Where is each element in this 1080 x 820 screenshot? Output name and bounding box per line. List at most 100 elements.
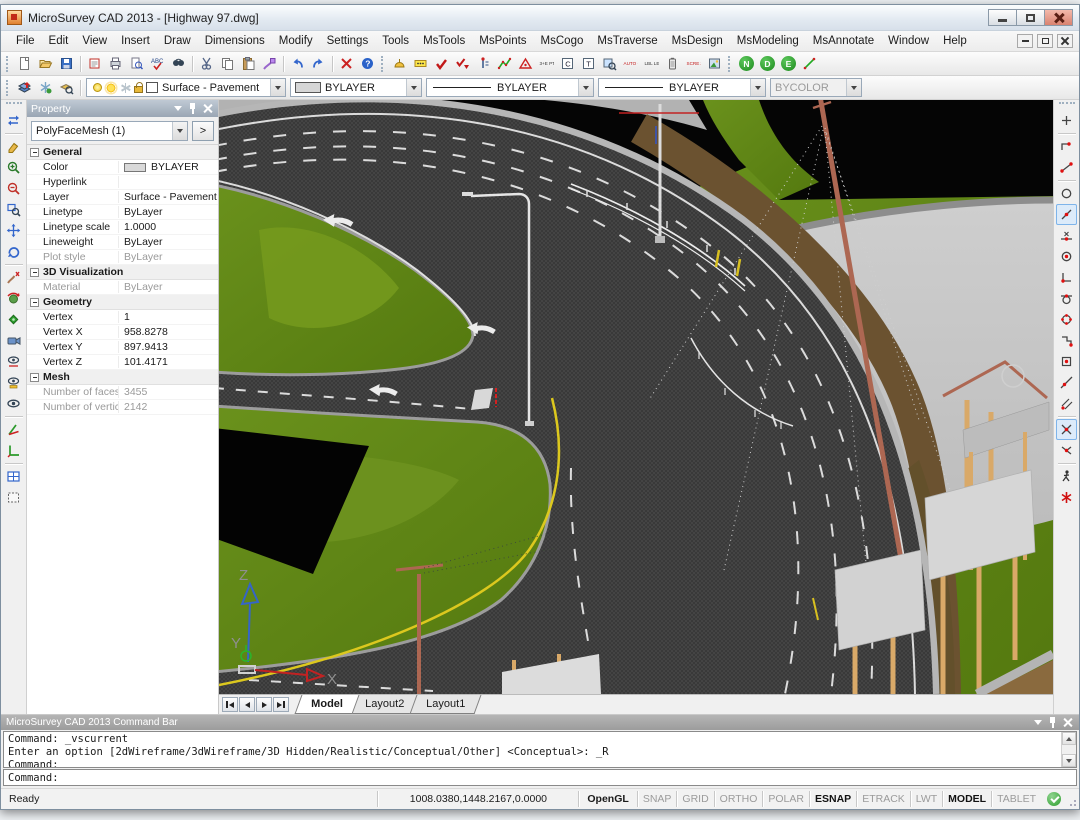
snap-node-button[interactable] [1056, 351, 1077, 372]
tab-prev-button[interactable] [239, 697, 255, 712]
mdi-close-button[interactable] [1057, 34, 1073, 48]
select-entities-button[interactable]: > [192, 121, 214, 141]
restore-button[interactable] [1016, 9, 1045, 26]
help-button[interactable]: ? [357, 54, 378, 74]
snap-nearest-line-button[interactable] [1056, 204, 1077, 225]
tab-first-button[interactable] [222, 697, 238, 712]
entity-selector-combo[interactable]: PolyFaceMesh (1) [31, 121, 188, 141]
toggle-grid[interactable]: GRID [677, 793, 713, 805]
erase-button[interactable] [3, 136, 24, 157]
property-row[interactable]: Vertex Z101.4171 [27, 355, 218, 370]
elevation-button[interactable]: E [778, 54, 799, 74]
menu-window[interactable]: Window [881, 33, 936, 49]
dynamic-view-button[interactable] [3, 110, 24, 131]
snap-intersection-button[interactable] [1056, 419, 1077, 440]
snap-apparent-intersection-button[interactable] [1056, 440, 1077, 461]
color-combo[interactable]: BYLAYER [290, 78, 422, 97]
3d-views-button[interactable] [3, 309, 24, 330]
property-row[interactable]: Number of vertice2142 [27, 400, 218, 415]
menu-view[interactable]: View [75, 33, 114, 49]
layer-freeze-button[interactable] [35, 78, 56, 98]
menu-file[interactable]: File [9, 33, 42, 49]
pan-button[interactable] [3, 220, 24, 241]
3d-orbit-button[interactable] [3, 288, 24, 309]
collapse-icon[interactable] [30, 373, 39, 382]
mdi-minimize-button[interactable] [1017, 34, 1033, 48]
open-button[interactable] [35, 54, 56, 74]
property-row[interactable]: Hyperlink [27, 175, 218, 190]
layer-combo-arrow[interactable] [270, 79, 285, 96]
collapse-icon[interactable] [30, 148, 39, 157]
print-preview-button[interactable] [126, 54, 147, 74]
northing-button[interactable]: N [736, 54, 757, 74]
menu-insert[interactable]: Insert [114, 33, 157, 49]
ms-image-button[interactable] [704, 54, 725, 74]
redline-button[interactable] [3, 267, 24, 288]
menu-mstools[interactable]: MsTools [416, 33, 472, 49]
menu-tools[interactable]: Tools [375, 33, 416, 49]
linetype-combo[interactable]: BYLAYER [426, 78, 594, 97]
entity-selector-arrow[interactable] [172, 122, 187, 140]
toolbar-grip[interactable] [6, 56, 11, 72]
paste-button[interactable] [238, 54, 259, 74]
menu-modify[interactable]: Modify [272, 33, 320, 49]
ms-t-button[interactable]: T [578, 54, 599, 74]
command-bar-pin-button[interactable] [1046, 716, 1059, 729]
ms-line-button[interactable] [799, 54, 820, 74]
save-button[interactable] [56, 54, 77, 74]
property-category[interactable]: Mesh [27, 370, 218, 385]
hide-button[interactable] [3, 393, 24, 414]
toggle-tablet[interactable]: TABLET [992, 793, 1041, 805]
property-category[interactable]: General [27, 145, 218, 160]
layers-button[interactable] [14, 78, 35, 98]
snap-nearest-button[interactable] [1056, 372, 1077, 393]
ms-check-down-button[interactable] [452, 54, 473, 74]
toolbar-grip[interactable] [381, 56, 386, 72]
toggle-ortho[interactable]: ORTHO [715, 793, 763, 805]
tab-model[interactable]: Model [295, 695, 360, 714]
command-scrollbar[interactable] [1061, 732, 1076, 767]
ms-check-button[interactable] [431, 54, 452, 74]
print-button[interactable] [105, 54, 126, 74]
cut-button[interactable] [196, 54, 217, 74]
plot-style-button[interactable] [84, 54, 105, 74]
property-category[interactable]: 3D Visualization [27, 265, 218, 280]
property-row[interactable]: Vertex1 [27, 310, 218, 325]
toolbar-grip[interactable] [728, 56, 733, 72]
scroll-down-button[interactable] [1062, 754, 1076, 767]
toolbar-grip[interactable] [6, 80, 11, 96]
toggle-polar[interactable]: POLAR [763, 793, 809, 805]
snap-circle-button[interactable] [1056, 183, 1077, 204]
ms-point-id-button[interactable] [473, 54, 494, 74]
tab-layout1[interactable]: Layout1 [409, 695, 481, 714]
property-category[interactable]: Geometry [27, 295, 218, 310]
undo-button[interactable] [287, 54, 308, 74]
property-row[interactable]: LayerSurface - Pavement [27, 190, 218, 205]
property-row[interactable]: Vertex Y897.9413 [27, 340, 218, 355]
ucs-button[interactable] [3, 440, 24, 461]
snap-walk-button[interactable] [1056, 466, 1077, 487]
menu-dimensions[interactable]: Dimensions [198, 33, 272, 49]
tab-last-button[interactable] [273, 697, 289, 712]
distance-button[interactable]: D [757, 54, 778, 74]
menu-mstraverse[interactable]: MsTraverse [590, 33, 664, 49]
property-row[interactable]: LinetypeByLayer [27, 205, 218, 220]
menu-edit[interactable]: Edit [42, 33, 76, 49]
property-row[interactable]: Number of faces3455 [27, 385, 218, 400]
viewport-3d-scene[interactable]: Z Y X [219, 100, 1053, 694]
panel-menu-button[interactable] [171, 102, 184, 115]
menu-msdesign[interactable]: MsDesign [665, 33, 730, 49]
property-row[interactable]: ColorBYLAYER [27, 160, 218, 175]
menu-help[interactable]: Help [936, 33, 974, 49]
toolbar-grip[interactable] [1059, 102, 1075, 107]
menu-draw[interactable]: Draw [157, 33, 198, 49]
spell-check-button[interactable]: ABC [147, 54, 168, 74]
ms-polyline-button[interactable] [494, 54, 515, 74]
find-button[interactable] [168, 54, 189, 74]
menu-msmodeling[interactable]: MsModeling [730, 33, 806, 49]
panel-pin-button[interactable] [186, 102, 199, 115]
copy-button[interactable] [217, 54, 238, 74]
axis-snap-button[interactable] [3, 419, 24, 440]
property-row[interactable]: MaterialByLayer [27, 280, 218, 295]
zoom-in-button[interactable] [3, 157, 24, 178]
